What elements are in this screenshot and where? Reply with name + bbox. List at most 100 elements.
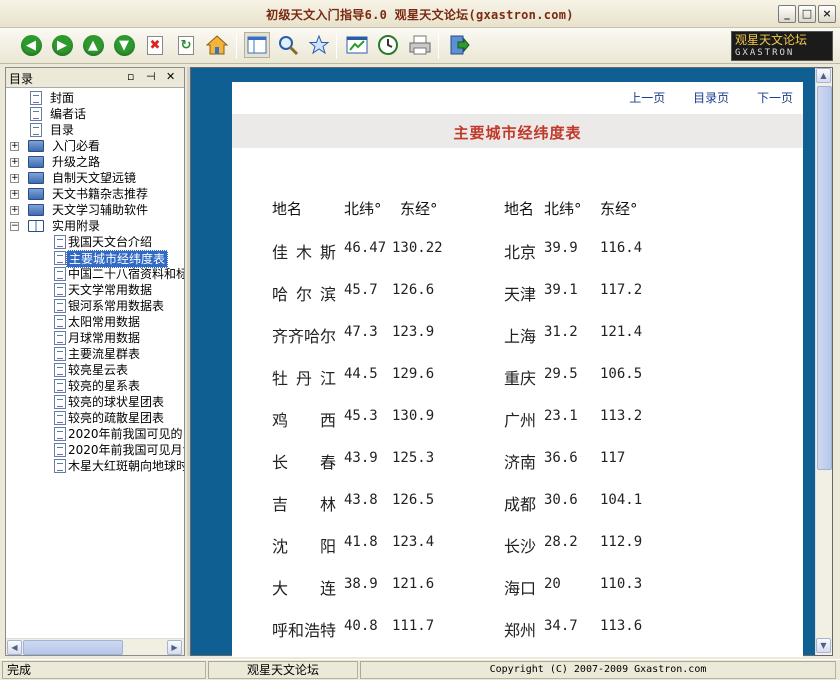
vertical-scroll-thumb[interactable] — [817, 86, 832, 470]
toc-item[interactable]: 太阳常用数据 — [6, 314, 184, 330]
toc-item[interactable]: 银河系常用数据表 — [6, 298, 184, 314]
next-page-link[interactable]: 下一页 — [757, 91, 793, 105]
toc-item-label[interactable]: 银河系常用数据表 — [66, 298, 166, 314]
sidebar-menu-icon[interactable]: ▫ — [127, 70, 134, 83]
scroll-down-icon[interactable]: ▼ — [816, 638, 831, 653]
scroll-left-icon[interactable]: ◀ — [7, 640, 22, 655]
vertical-scrollbar[interactable]: ▲ ▼ — [815, 68, 832, 655]
toc-item[interactable]: 较亮的星系表 — [6, 378, 184, 394]
exit-icon[interactable] — [446, 32, 472, 58]
expand-icon[interactable]: + — [10, 206, 19, 215]
down-icon[interactable]: ▼ — [111, 32, 137, 58]
toc-item[interactable]: 月球常用数据 — [6, 330, 184, 346]
city-name-left: 牡丹江 — [272, 365, 336, 389]
toc-page-link[interactable]: 目录页 — [693, 91, 729, 105]
toc-item-label[interactable]: 2020年前我国可见月食 — [66, 442, 184, 458]
toc-item-label[interactable]: 天文学习辅助软件 — [50, 202, 150, 218]
toc-item-label[interactable]: 入门必看 — [50, 138, 102, 154]
window-title: 初级天文入门指导6.0 观星天文论坛(gxastron.com) — [266, 8, 574, 22]
toc-item-label[interactable]: 升级之路 — [50, 154, 102, 170]
latitude-right: 39.1 — [544, 282, 578, 298]
toc-item-label[interactable]: 天文书籍杂志推荐 — [50, 186, 150, 202]
city-name-char: 佳 — [272, 243, 289, 262]
toc-item[interactable]: 2020年前我国可见月食 — [6, 442, 184, 458]
toc-item-label[interactable]: 较亮的星系表 — [66, 378, 142, 394]
logo-title: 观星天文论坛 — [735, 33, 808, 47]
sidebar-close-icon[interactable]: ✕ — [166, 70, 175, 83]
pin-icon[interactable]: ⊣ — [146, 70, 156, 83]
home-icon[interactable] — [204, 32, 230, 58]
up-icon[interactable]: ▲ — [80, 32, 106, 58]
document-icon — [54, 315, 66, 329]
toc-item[interactable]: 较亮的疏散星团表 — [6, 410, 184, 426]
history-icon[interactable] — [375, 32, 401, 58]
maximize-button[interactable]: □ — [798, 5, 816, 23]
city-name-char: 西 — [319, 411, 336, 430]
toc-item[interactable]: 天文学常用数据 — [6, 282, 184, 298]
latitude-left: 43.8 — [344, 492, 378, 508]
toc-item[interactable]: + 天文书籍杂志推荐 — [6, 186, 184, 202]
toc-item-label[interactable]: 封面 — [48, 90, 76, 106]
horizontal-scroll-thumb[interactable] — [23, 640, 123, 655]
horizontal-scrollbar[interactable]: ◀ ▶ — [6, 638, 184, 655]
toc-item[interactable]: 编者话 — [6, 106, 184, 122]
expand-icon[interactable]: + — [10, 190, 19, 199]
toc-item-label[interactable]: 木星大红斑朝向地球时 — [66, 458, 184, 474]
toc-item[interactable]: 较亮星云表 — [6, 362, 184, 378]
expand-icon[interactable]: + — [10, 174, 19, 183]
toc-item[interactable]: 中国二十八宿资料和标 — [6, 266, 184, 282]
toc-item-label[interactable]: 我国天文台介绍 — [66, 234, 154, 250]
toc-item-label[interactable]: 主要流星群表 — [66, 346, 142, 362]
toc-item[interactable]: + 天文学习辅助软件 — [6, 202, 184, 218]
city-name-char: 吉 — [272, 495, 289, 514]
search-icon[interactable] — [275, 32, 301, 58]
toc-tree: 封面 编者话 目录 + 入门必看 + 升级之路 + 自制天文望远镜 + 天文书籍杂志推荐 + 天文学习辅… — [6, 88, 184, 638]
expand-icon[interactable]: + — [10, 158, 19, 167]
locate-icon[interactable] — [344, 32, 370, 58]
toc-item[interactable]: − 实用附录 — [6, 218, 184, 234]
latitude-left: 46.47 — [344, 240, 387, 256]
city-name-char: 木 — [295, 243, 312, 262]
toc-item-label[interactable]: 天文学常用数据 — [66, 282, 154, 298]
forward-icon[interactable]: ▶ — [49, 32, 75, 58]
toc-item[interactable]: 2020年前我国可见的日 — [6, 426, 184, 442]
document-icon — [30, 107, 42, 121]
toc-item-label[interactable]: 自制天文望远镜 — [50, 170, 138, 186]
back-icon[interactable]: ◀ — [18, 32, 44, 58]
toc-item-label[interactable]: 太阳常用数据 — [66, 314, 142, 330]
scroll-up-icon[interactable]: ▲ — [816, 68, 831, 83]
prev-page-link[interactable]: 上一页 — [629, 91, 665, 105]
toc-item[interactable]: + 自制天文望远镜 — [6, 170, 184, 186]
toc-item-label[interactable]: 2020年前我国可见的日 — [66, 426, 184, 442]
toc-item-label[interactable]: 中国二十八宿资料和标 — [66, 266, 184, 282]
refresh-icon[interactable]: ↻ — [173, 32, 199, 58]
toc-item-label[interactable]: 较亮的球状星团表 — [66, 394, 166, 410]
scroll-right-icon[interactable]: ▶ — [167, 640, 182, 655]
toc-item[interactable]: 我国天文台介绍 — [6, 234, 184, 250]
toc-item[interactable]: 木星大红斑朝向地球时 — [6, 458, 184, 474]
toc-item-label[interactable]: 目录 — [48, 122, 76, 138]
toc-item[interactable]: 主要城市经纬度表 — [6, 250, 184, 268]
expand-icon[interactable]: + — [10, 142, 19, 151]
toc-item-label[interactable]: 实用附录 — [50, 218, 102, 234]
toc-item[interactable]: 目录 — [6, 122, 184, 138]
header-lat-right: 北纬° — [544, 200, 582, 218]
toc-item-label[interactable]: 月球常用数据 — [66, 330, 142, 346]
toc-item[interactable]: + 升级之路 — [6, 154, 184, 170]
stop-icon[interactable]: ✖ — [142, 32, 168, 58]
toc-item-label[interactable]: 较亮的疏散星团表 — [66, 410, 166, 426]
print-icon[interactable] — [407, 32, 433, 58]
close-button[interactable]: × — [818, 5, 836, 23]
toc-item[interactable]: + 入门必看 — [6, 138, 184, 154]
toc-item[interactable]: 较亮的球状星团表 — [6, 394, 184, 410]
toc-item[interactable]: 封面 — [6, 90, 184, 106]
longitude-right: 112.9 — [600, 534, 643, 550]
toc-item-label[interactable]: 编者话 — [48, 106, 88, 122]
hide-pane-icon[interactable] — [244, 32, 270, 58]
toc-item[interactable]: 主要流星群表 — [6, 346, 184, 362]
toc-item-label[interactable]: 较亮星云表 — [66, 362, 130, 378]
favorites-star-icon[interactable] — [306, 32, 332, 58]
longitude-right: 117 — [600, 450, 626, 466]
collapse-icon[interactable]: − — [10, 222, 19, 231]
minimize-button[interactable]: _ — [778, 5, 796, 23]
